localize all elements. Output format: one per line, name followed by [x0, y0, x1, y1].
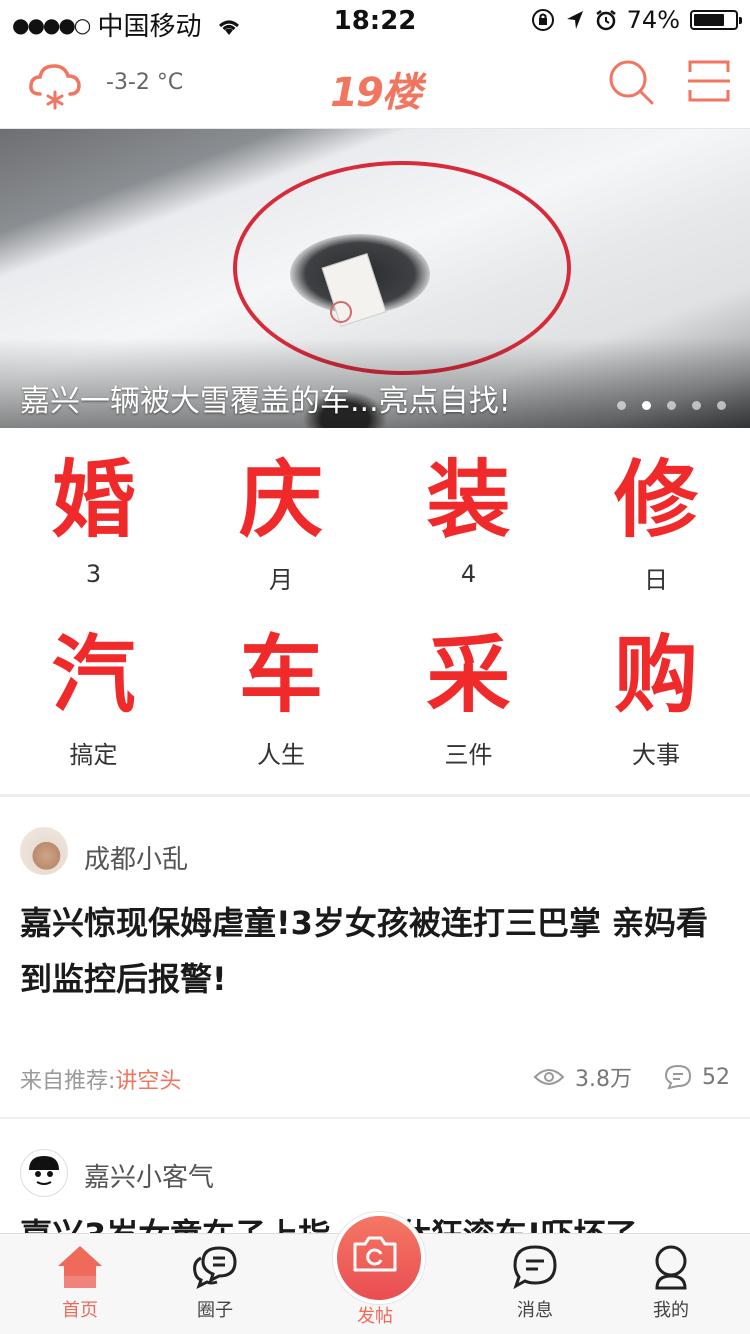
eye-icon — [533, 1069, 565, 1085]
tab-label: 圈子 — [197, 1300, 233, 1321]
menu-icon[interactable] — [686, 58, 732, 104]
category-grid: 婚 3 庆月装 4 修日汽搞定车人生采三件购大事 — [0, 428, 750, 794]
category-item[interactable]: 庆月 — [188, 428, 375, 603]
battery-icon — [690, 10, 742, 30]
tab-bar: 首页 圈子 发帖 消息 我的 — [0, 1212, 750, 1334]
category-label: 大事 — [632, 741, 680, 769]
avatar[interactable] — [20, 827, 68, 875]
alarm-icon — [595, 10, 616, 31]
search-icon[interactable] — [607, 58, 655, 106]
post-card[interactable]: 成都小乱 嘉兴惊现保姆虐童!3岁女孩被连打三巴掌 亲妈看到监控后报警! 来自推荐… — [0, 797, 750, 1117]
app-header: -3-2 °C 19楼 — [0, 40, 750, 129]
camera-icon — [353, 1236, 397, 1272]
category-item[interactable]: 修日 — [563, 428, 750, 603]
category-label: 三件 — [444, 741, 493, 769]
message-icon — [513, 1245, 557, 1290]
post-button-label[interactable]: 发帖 — [300, 1302, 450, 1328]
source-prefix: 来自推荐: — [20, 1069, 116, 1094]
carousel-dot[interactable] — [667, 401, 676, 410]
carousel-dot[interactable] — [642, 401, 651, 410]
carousel-dot[interactable] — [617, 401, 626, 410]
category-item[interactable]: 购大事 — [563, 603, 750, 778]
carousel-dot[interactable] — [717, 401, 726, 410]
rotation-lock-icon — [531, 9, 554, 31]
category-character: 庆 — [238, 451, 323, 549]
tab-label: 我的 — [653, 1300, 689, 1321]
battery-level — [694, 14, 724, 26]
category-character: 采 — [426, 626, 511, 724]
location-icon — [566, 11, 583, 29]
tab-label: 消息 — [517, 1300, 553, 1321]
carousel-dot[interactable] — [692, 401, 701, 410]
circle-chat-icon — [193, 1246, 237, 1289]
category-character: 购 — [613, 626, 698, 724]
status-bar: ●●●●○ 中国移动 18:22 74% — [0, 0, 750, 42]
comment-icon — [664, 1064, 692, 1090]
category-item[interactable]: 装4 — [375, 428, 562, 603]
tab-circle[interactable]: 圈子 — [140, 1234, 290, 1334]
category-label: 4 — [460, 560, 477, 588]
category-label: 搞定 — [69, 741, 118, 769]
view-count: 3.8万 — [575, 1067, 632, 1092]
profile-icon — [655, 1245, 687, 1290]
battery-percent: 74% — [626, 6, 680, 34]
system-indicators: 74% — [531, 6, 742, 34]
tab-mine[interactable]: 我的 — [596, 1234, 746, 1334]
category-character: 车 — [238, 626, 323, 724]
category-item[interactable]: 采三件 — [375, 603, 562, 778]
avatar[interactable] — [20, 1149, 68, 1197]
category-label: 人生 — [257, 741, 305, 769]
tab-home[interactable]: 首页 — [5, 1234, 155, 1334]
tab-label: 首页 — [62, 1300, 98, 1321]
category-character: 修 — [613, 451, 698, 549]
tab-message[interactable]: 消息 — [460, 1234, 610, 1334]
post-stats: 3.8万 52 — [533, 1061, 730, 1093]
meme-face-icon — [29, 1156, 59, 1185]
category-label: 月 — [269, 566, 293, 594]
comment-count: 52 — [702, 1064, 730, 1090]
category-item[interactable]: 车人生 — [188, 603, 375, 778]
home-icon — [58, 1246, 102, 1288]
category-character: 装 — [426, 451, 511, 549]
post-title[interactable]: 嘉兴惊现保姆虐童!3岁女孩被连打三巴掌 亲妈看到监控后报警! — [20, 895, 714, 1007]
post-button[interactable] — [333, 1212, 425, 1304]
category-label: 日 — [644, 566, 668, 594]
category-item[interactable]: 汽搞定 — [0, 603, 187, 778]
source-link[interactable]: 讲空头 — [115, 1069, 181, 1094]
carousel-indicator — [617, 401, 726, 410]
post-author[interactable]: 嘉兴小客气 — [84, 1157, 214, 1194]
category-character: 婚 — [51, 451, 136, 549]
banner-carousel[interactable]: 嘉兴一辆被大雪覆盖的车...亮点自找! — [0, 129, 750, 428]
category-character: 汽 — [51, 626, 136, 724]
post-author[interactable]: 成都小乱 — [84, 839, 188, 876]
banner-caption[interactable]: 嘉兴一辆被大雪覆盖的车...亮点自找! — [20, 376, 511, 420]
category-label: 3 — [85, 560, 102, 588]
category-item[interactable]: 婚3 — [0, 428, 187, 603]
